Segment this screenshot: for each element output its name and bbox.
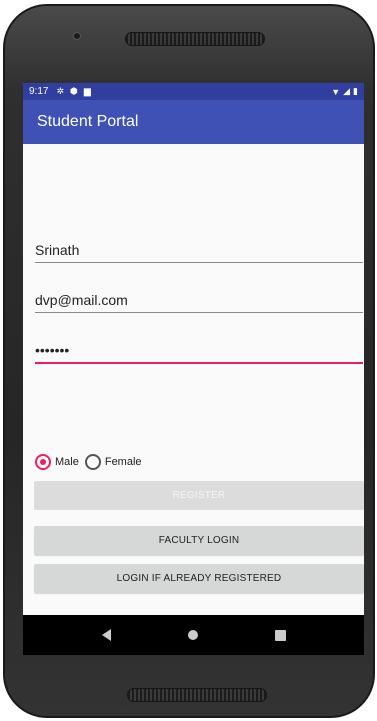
battery-icon: ▮ xyxy=(353,86,358,96)
shield-icon: ⬢ xyxy=(70,86,78,96)
faculty-login-button[interactable]: FACULTY LOGIN xyxy=(34,526,364,555)
female-label: Female xyxy=(104,456,142,468)
gear-icon: ✲ xyxy=(56,86,65,96)
email-input[interactable]: dvp@mail.com xyxy=(35,292,363,313)
bottom-speaker xyxy=(127,688,267,702)
app-bar: Student Portal xyxy=(23,100,364,144)
status-time: 9:17 xyxy=(29,86,49,97)
gender-radio-group: Male Female xyxy=(35,454,148,470)
top-speaker xyxy=(125,32,265,46)
male-label: Male xyxy=(55,456,79,468)
password-input[interactable]: ••••••• xyxy=(35,342,363,364)
signal-icon: ◢ xyxy=(343,86,351,96)
female-radio[interactable] xyxy=(84,454,101,470)
recent-apps-icon[interactable] xyxy=(274,629,286,641)
login-registered-button[interactable]: LOGIN IF ALREADY REGISTERED xyxy=(34,564,364,593)
name-input[interactable]: Srinath xyxy=(35,242,363,263)
sdcard-icon: ▆ xyxy=(83,86,91,96)
front-camera xyxy=(73,32,81,40)
status-bar: 9:17 ✲ ⬢ ▆ ▼ ◢ ▮ xyxy=(23,83,364,100)
phone-frame: 9:17 ✲ ⬢ ▆ ▼ ◢ ▮ Student Portal Srinath … xyxy=(3,4,375,718)
male-radio[interactable] xyxy=(35,454,51,470)
navigation-bar xyxy=(23,615,364,655)
wifi-icon: ▼ xyxy=(331,86,341,97)
device-screen: 9:17 ✲ ⬢ ▆ ▼ ◢ ▮ Student Portal Srinath … xyxy=(23,83,364,655)
back-icon[interactable] xyxy=(101,629,111,641)
register-button[interactable]: REGISTER xyxy=(34,481,364,510)
home-icon[interactable] xyxy=(187,630,198,640)
app-title: Student Portal xyxy=(37,113,139,130)
